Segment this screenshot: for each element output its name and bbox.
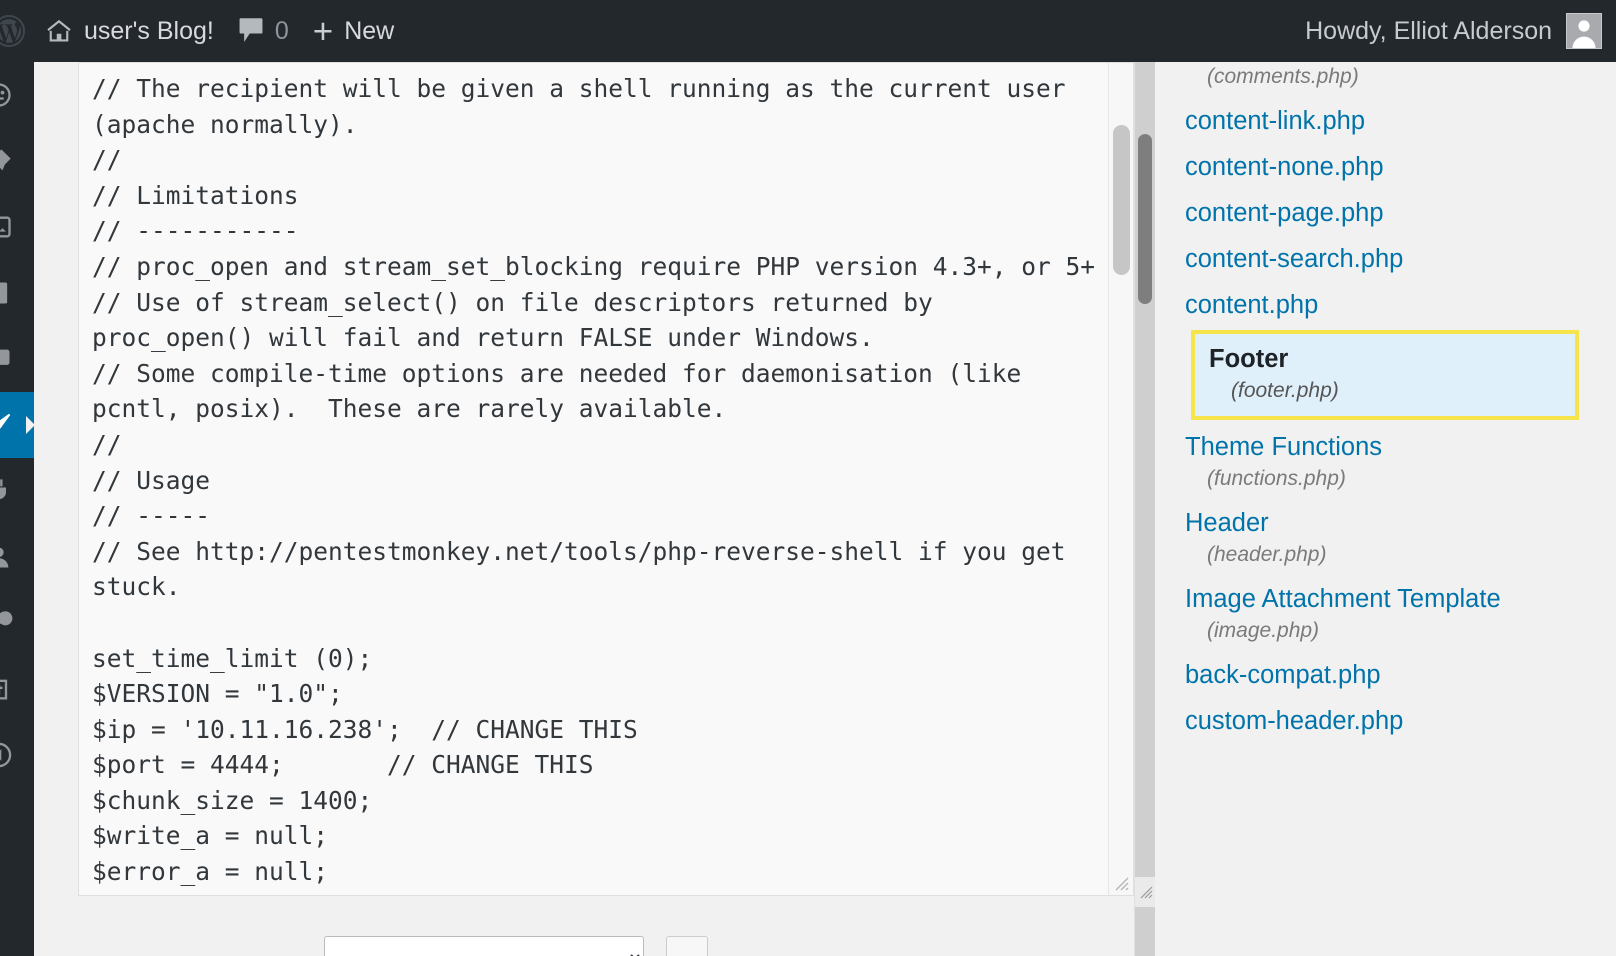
file-list-item[interactable]: content-search.php bbox=[1185, 236, 1616, 282]
comments-count-label: 0 bbox=[274, 16, 289, 45]
my-account-menu[interactable]: Howdy, Elliot Alderson bbox=[1305, 0, 1602, 62]
file-list-resize-grip-icon[interactable] bbox=[1135, 877, 1155, 907]
editor-footer-row bbox=[78, 936, 1134, 956]
file-list-item[interactable]: content.php bbox=[1185, 282, 1616, 328]
wordpress-logo-icon[interactable] bbox=[0, 0, 32, 62]
file-list-item[interactable]: Comments(comments.php) bbox=[1185, 62, 1616, 98]
dashboard-icon bbox=[0, 75, 16, 115]
resize-grip-icon[interactable] bbox=[1110, 872, 1132, 894]
file-list-item[interactable]: content-page.php bbox=[1185, 190, 1616, 236]
theme-file-list: Comments(comments.php) content-link.php co… bbox=[1155, 62, 1616, 744]
file-list-item[interactable]: content-none.php bbox=[1185, 144, 1616, 190]
file-list-item-filename: (comments.php) bbox=[1207, 65, 1359, 88]
sidebar-item-media[interactable] bbox=[0, 194, 34, 260]
file-list-scroll-thumb[interactable] bbox=[1138, 134, 1152, 304]
users-icon bbox=[0, 537, 16, 577]
plus-icon: + bbox=[312, 11, 334, 51]
file-list-scrollbar[interactable] bbox=[1135, 62, 1155, 956]
file-list-item-filename: (functions.php) bbox=[1207, 467, 1346, 490]
file-list-item-title: content-link.php bbox=[1185, 107, 1366, 135]
new-label: New bbox=[344, 16, 395, 45]
file-list-item-title: Header bbox=[1185, 509, 1269, 537]
tools-wrench-icon bbox=[0, 603, 16, 643]
file-list-item-filename: (footer.php) bbox=[1231, 379, 1339, 402]
site-name-label: user's Blog! bbox=[84, 16, 214, 45]
file-list-item[interactable]: Header (header.php) bbox=[1185, 500, 1616, 576]
site-name-menu[interactable]: user's Blog! bbox=[32, 0, 226, 62]
sidebar-item-appearance[interactable] bbox=[0, 392, 34, 458]
home-icon bbox=[44, 16, 74, 46]
theme-select[interactable] bbox=[324, 936, 644, 956]
sidebar-item-dashboard[interactable] bbox=[0, 62, 34, 128]
comments-menu[interactable]: 0 bbox=[226, 0, 301, 62]
settings-gear-icon bbox=[0, 669, 16, 709]
sidebar-item-users[interactable] bbox=[0, 524, 34, 590]
code-editor-scrollbar[interactable] bbox=[1108, 63, 1133, 895]
theme-files-column: Comments(comments.php) content-link.php co… bbox=[1134, 62, 1616, 956]
file-list-item-filename: (header.php) bbox=[1207, 543, 1327, 566]
sidebar-item-comments[interactable] bbox=[0, 326, 34, 392]
editor-column: // The recipient will be given a shell r… bbox=[78, 62, 1134, 956]
file-list-item[interactable]: content-link.php bbox=[1185, 98, 1616, 144]
comment-bubble-icon bbox=[238, 17, 264, 45]
file-list-item-title: content-page.php bbox=[1185, 199, 1384, 227]
page-icon bbox=[0, 273, 16, 313]
media-icon bbox=[0, 207, 16, 247]
theme-editor-content: // The recipient will be given a shell r… bbox=[34, 62, 1616, 956]
file-list-item[interactable]: Theme Functions (functions.php) bbox=[1185, 424, 1616, 500]
admin-sidebar-menu bbox=[0, 62, 34, 956]
sidebar-item-collapse[interactable] bbox=[0, 722, 34, 788]
plugin-plug-icon bbox=[0, 471, 16, 511]
sidebar-item-posts[interactable] bbox=[0, 128, 34, 194]
code-editor-scroll-thumb[interactable] bbox=[1113, 125, 1130, 275]
admin-bar-right: Howdy, Elliot Alderson bbox=[1305, 0, 1616, 62]
sidebar-item-settings[interactable] bbox=[0, 656, 34, 722]
user-avatar-icon bbox=[1566, 13, 1602, 49]
file-list-item-title: custom-header.php bbox=[1185, 707, 1404, 735]
code-editor-textarea[interactable]: // The recipient will be given a shell r… bbox=[79, 63, 1109, 895]
select-theme-button[interactable] bbox=[666, 936, 708, 956]
sidebar-item-pages[interactable] bbox=[0, 260, 34, 326]
app-root: user's Blog! 0 + New Howdy, Elliot Alder… bbox=[0, 0, 1616, 956]
file-list-item-title: back-compat.php bbox=[1185, 661, 1381, 689]
pin-icon bbox=[0, 141, 16, 181]
file-list-item-title: content-search.php bbox=[1185, 245, 1404, 273]
file-list-item[interactable]: custom-header.php bbox=[1185, 698, 1616, 744]
file-list-item[interactable]: Image Attachment Template (image.php) bbox=[1185, 576, 1616, 652]
file-list-item-title: Footer bbox=[1209, 345, 1289, 373]
file-list-item-title: Image Attachment Template bbox=[1185, 585, 1501, 613]
collapse-arrow-icon bbox=[0, 735, 16, 775]
file-list-item-title: content.php bbox=[1185, 291, 1319, 319]
file-list-item-title: Theme Functions bbox=[1185, 433, 1383, 461]
sidebar-item-tools[interactable] bbox=[0, 590, 34, 656]
file-list-item-selected[interactable]: Footer (footer.php) bbox=[1191, 330, 1579, 420]
appearance-brush-icon bbox=[0, 405, 16, 445]
comments-icon bbox=[0, 339, 16, 379]
code-editor-wrap: // The recipient will be given a shell r… bbox=[78, 62, 1134, 896]
file-list-item-title: content-none.php bbox=[1185, 153, 1384, 181]
file-list-item[interactable]: back-compat.php bbox=[1185, 652, 1616, 698]
file-list-item-filename: (image.php) bbox=[1207, 619, 1320, 642]
howdy-label: Howdy, Elliot Alderson bbox=[1305, 16, 1552, 45]
admin-bar: user's Blog! 0 + New Howdy, Elliot Alder… bbox=[0, 0, 1616, 62]
sidebar-item-plugins[interactable] bbox=[0, 458, 34, 524]
new-content-menu[interactable]: + New bbox=[301, 0, 406, 62]
